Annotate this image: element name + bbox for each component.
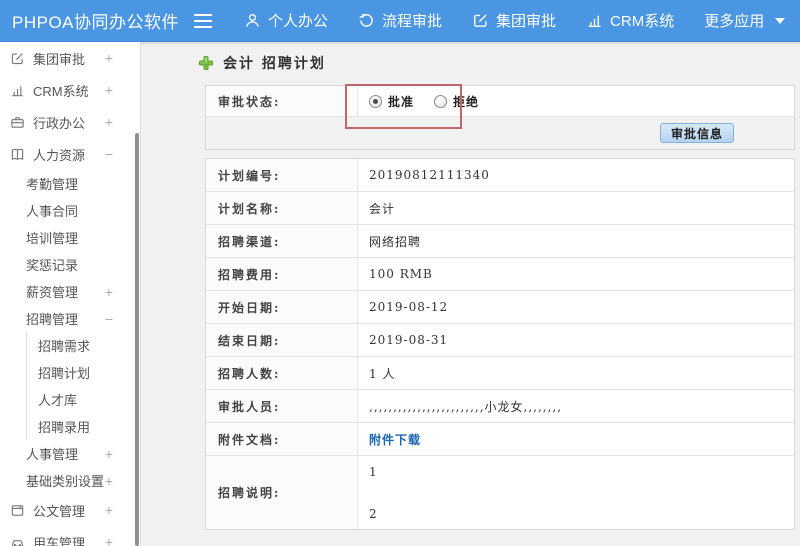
field-value: 2019-08-31 — [369, 333, 449, 347]
expand-plus-icon: + — [104, 114, 113, 130]
nav-item-personal-office[interactable]: 个人办公 — [244, 10, 328, 31]
briefcase-icon — [10, 115, 25, 130]
table-row: 结束日期: 2019-08-31 — [206, 324, 794, 357]
description-line: 1 — [369, 464, 378, 479]
app-logo: PHPOA协同办公软件 — [12, 13, 180, 32]
expand-plus-icon: + — [104, 50, 113, 66]
sidebar-item-training[interactable]: 培训管理 — [0, 224, 140, 251]
radio-reject-label[interactable]: 拒绝 — [453, 93, 479, 110]
field-value: 1 人 — [369, 366, 396, 381]
field-label: 审批人员: — [206, 390, 358, 422]
field-label: 招聘说明: — [206, 456, 358, 529]
field-value: 附件下载 — [358, 423, 794, 455]
sidebar-item-hr[interactable]: 人力资源 − — [0, 138, 140, 170]
add-plus-icon[interactable] — [198, 55, 214, 71]
sidebar-item-documents[interactable]: 公文管理 + — [0, 494, 140, 526]
sidebar-item-recruitment[interactable]: 招聘管理 − — [0, 305, 140, 332]
expand-minus-icon: − — [104, 310, 113, 327]
table-row: 开始日期: 2019-08-12 — [206, 291, 794, 324]
table-row: 附件文档: 附件下载 — [206, 423, 794, 456]
table-row: 计划名称: 会计 — [206, 192, 794, 225]
radio-approve[interactable] — [369, 94, 382, 108]
table-row: 招聘渠道: 网络招聘 — [206, 225, 794, 258]
nav-item-group-approval[interactable]: 集团审批 — [472, 10, 556, 31]
expand-plus-icon: + — [104, 472, 113, 489]
edit-square-icon — [472, 12, 489, 29]
sidebar-item-personnel[interactable]: 人事管理 + — [0, 440, 140, 467]
edit-square-icon — [10, 51, 25, 66]
sidebar-item-group-approval[interactable]: 集团审批 + — [0, 42, 140, 74]
field-label: 审批状态: — [206, 86, 358, 116]
car-icon — [10, 535, 25, 546]
history-icon — [358, 12, 375, 29]
sidebar: 集团审批 + CRM系统 + 行政办公 + 人力资源 − 考勤管理 人事合同 培… — [0, 42, 141, 546]
top-header: PHPOA协同办公软件 个人办公 流程审批 集团审批 CRM系统 更多应用 — [0, 0, 800, 42]
attachment-download-link[interactable]: 附件下载 — [369, 431, 421, 448]
table-row: 审批人员: ,,,,,,,,,,,,,,,,,,,,,,,,小龙女,,,,,,,… — [206, 390, 794, 423]
main-content: 会计 招聘计划 审批状态: 批准 拒绝 审批信息 计划编号: 201908121… — [141, 42, 800, 546]
field-value: 网络招聘 — [369, 234, 422, 249]
sidebar-item-attendance[interactable]: 考勤管理 — [0, 170, 140, 197]
sidebar-item-crm[interactable]: CRM系统 + — [0, 74, 140, 106]
bar-chart-icon — [586, 12, 603, 29]
table-row: 招聘费用: 100 RMB — [206, 258, 794, 291]
sidebar-item-hr-contract[interactable]: 人事合同 — [0, 197, 140, 224]
page-title: 会计 招聘计划 — [198, 54, 795, 72]
user-icon — [244, 12, 261, 29]
field-value: 2019-08-12 — [369, 300, 449, 314]
expand-plus-icon: + — [104, 534, 113, 546]
caret-down-icon — [775, 17, 786, 24]
sidebar-item-admin-office[interactable]: 行政办公 + — [0, 106, 140, 138]
table-row: 招聘说明: 1 2 — [206, 456, 794, 529]
field-label: 开始日期: — [206, 291, 358, 323]
field-label: 招聘费用: — [206, 258, 358, 290]
sidebar-item-salary[interactable]: 薪资管理 + — [0, 278, 140, 305]
expand-plus-icon: + — [104, 502, 113, 518]
sidebar-item-base-category[interactable]: 基础类别设置 + — [0, 467, 140, 494]
field-label: 计划名称: — [206, 192, 358, 224]
field-value: 1 2 — [358, 456, 794, 529]
expand-plus-icon: + — [104, 82, 113, 98]
nav-item-crm[interactable]: CRM系统 — [586, 10, 674, 31]
table-row: 招聘人数: 1 人 — [206, 357, 794, 390]
approval-panel: 审批状态: 批准 拒绝 审批信息 — [205, 84, 795, 150]
field-label: 招聘渠道: — [206, 225, 358, 257]
description-line: 2 — [369, 506, 378, 521]
expand-plus-icon: + — [104, 445, 113, 462]
field-value: 会计 — [369, 201, 396, 216]
field-label: 结束日期: — [206, 324, 358, 356]
field-label: 招聘人数: — [206, 357, 358, 389]
document-icon — [10, 503, 25, 518]
table-row: 计划编号: 20190812111340 — [206, 159, 794, 192]
recruitment-subgroup: 招聘需求 招聘计划 人才库 招聘录用 — [26, 332, 140, 440]
sidebar-scrollbar[interactable] — [135, 133, 139, 546]
approval-button-row: 审批信息 — [206, 117, 794, 149]
expand-minus-icon: − — [104, 146, 113, 162]
sidebar-item-recruit-hire[interactable]: 招聘录用 — [27, 413, 140, 440]
bar-chart-icon — [10, 83, 25, 98]
plan-detail-table: 计划编号: 20190812111340 计划名称: 会计 招聘渠道: 网络招聘… — [205, 158, 795, 530]
sidebar-item-rewards[interactable]: 奖惩记录 — [0, 251, 140, 278]
approval-status-row: 审批状态: 批准 拒绝 — [206, 86, 794, 117]
sidebar-item-recruit-plan[interactable]: 招聘计划 — [27, 359, 140, 386]
sidebar-item-recruit-demand[interactable]: 招聘需求 — [27, 332, 140, 359]
book-icon — [10, 147, 25, 162]
nav-item-workflow-approval[interactable]: 流程审批 — [358, 10, 442, 31]
sidebar-item-vehicles[interactable]: 用车管理 + — [0, 526, 140, 546]
hamburger-menu-icon[interactable] — [194, 10, 214, 32]
field-label: 计划编号: — [206, 159, 358, 191]
radio-approve-label[interactable]: 批准 — [388, 93, 414, 110]
field-value: ,,,,,,,,,,,,,,,,,,,,,,,,小龙女,,,,,,,, — [369, 399, 563, 414]
field-value: 20190812111340 — [369, 168, 490, 182]
sidebar-item-talent-pool[interactable]: 人才库 — [27, 386, 140, 413]
approval-options: 批准 拒绝 — [358, 86, 794, 116]
field-value: 100 RMB — [369, 267, 433, 281]
field-label: 附件文档: — [206, 423, 358, 455]
approval-info-button[interactable]: 审批信息 — [659, 123, 734, 143]
radio-reject[interactable] — [434, 94, 448, 108]
top-nav: 个人办公 流程审批 集团审批 CRM系统 更多应用 — [244, 10, 786, 31]
expand-plus-icon: + — [104, 283, 113, 300]
nav-item-more-apps[interactable]: 更多应用 — [704, 10, 786, 31]
